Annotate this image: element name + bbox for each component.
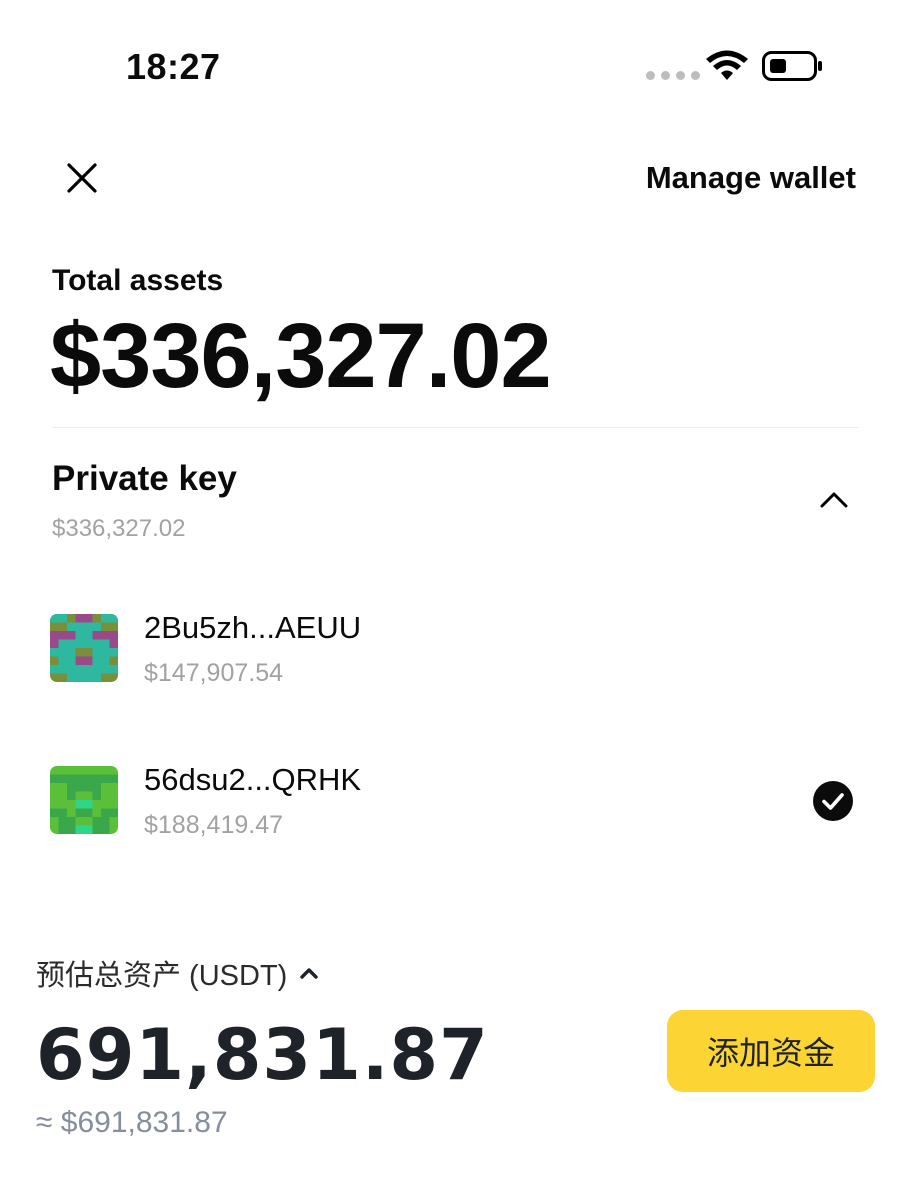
battery-icon [762,51,822,81]
caret-up-icon [300,968,319,979]
total-assets-label: Total assets [52,264,224,297]
close-button[interactable] [58,154,106,202]
estimated-assets-usd: ≈ $691,831.87 [36,1106,228,1139]
close-icon [67,163,97,193]
estimated-assets-label: 预估总资产 (USDT) [36,960,288,992]
wallet-sheet: 18:27 Manage wallet Total assets $336,32… [0,0,910,1200]
wallet-row[interactable]: 2Bu5zh...AEUU $147,907.54 [0,600,910,710]
estimated-assets-value: 691,831.87 [36,1014,489,1096]
wallet-avatar [50,766,118,834]
collapse-group-button[interactable] [812,480,856,520]
status-time: 18:27 [126,46,221,87]
add-funds-button[interactable]: 添加资金 [667,1010,875,1092]
divider [52,427,858,428]
wifi-icon [706,50,748,80]
cellular-signal-icon [646,71,700,80]
check-circle-icon [813,781,853,821]
wallet-row[interactable]: 56dsu2...QRHK $188,419.47 [0,752,910,862]
wallet-balance: $188,419.47 [144,811,284,839]
wallet-avatar [50,614,118,682]
wallet-group-value: $336,327.02 [52,515,186,542]
wallet-address: 56dsu2...QRHK [144,762,362,797]
wallet-balance: $147,907.54 [144,659,284,687]
manage-wallet-link[interactable]: Manage wallet [646,160,856,196]
wallet-group-title: Private key [52,459,237,498]
wallet-address: 2Bu5zh...AEUU [144,610,362,645]
chevron-up-icon [820,492,848,508]
estimated-assets-toggle[interactable]: 预估总资产 (USDT) [36,952,319,994]
total-assets-value: $336,327.02 [50,305,552,407]
